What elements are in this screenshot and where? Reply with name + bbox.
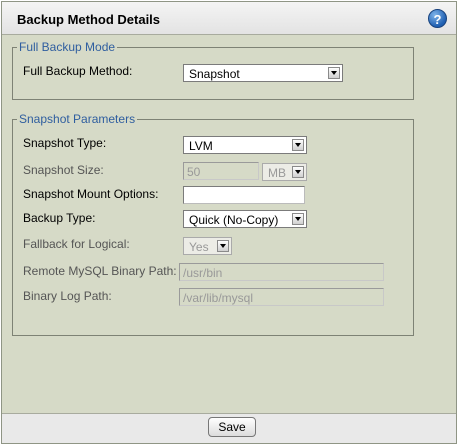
chevron-down-icon	[292, 139, 304, 151]
snapshot-mount-options-label: Snapshot Mount Options:	[23, 187, 159, 201]
binary-log-path-input[interactable]: /var/lib/mysql	[179, 288, 384, 306]
full-backup-method-select[interactable]: Snapshot	[183, 64, 343, 82]
remote-binary-path-input[interactable]: /usr/bin	[179, 263, 384, 281]
save-button[interactable]: Save	[208, 417, 256, 437]
full-backup-method-label: Full Backup Method:	[23, 64, 133, 78]
chevron-down-icon	[328, 67, 340, 79]
panel-footer: Save	[2, 413, 456, 443]
fallback-logical-select[interactable]: Yes	[183, 237, 232, 255]
remote-binary-path-label: Remote MySQL Binary Path:	[23, 264, 177, 278]
snapshot-parameters-legend: Snapshot Parameters	[19, 112, 136, 126]
chevron-down-icon	[292, 166, 304, 178]
chevron-down-icon	[292, 213, 304, 225]
help-icon[interactable]: ?	[428, 9, 447, 28]
snapshot-type-select[interactable]: LVM	[183, 136, 307, 154]
backup-type-label: Backup Type:	[23, 211, 96, 225]
snapshot-size-input[interactable]: 50	[183, 162, 259, 180]
backup-method-panel: Backup Method Details ? Full Backup Mode…	[1, 1, 457, 444]
full-backup-mode-legend: Full Backup Mode	[19, 40, 116, 54]
snapshot-size-unit-select[interactable]: MB	[262, 163, 307, 181]
page-title: Backup Method Details	[17, 12, 161, 27]
snapshot-mount-options-input[interactable]	[183, 186, 305, 204]
backup-type-select[interactable]: Quick (No-Copy)	[183, 210, 307, 228]
snapshot-size-label: Snapshot Size:	[23, 163, 104, 177]
snapshot-type-label: Snapshot Type:	[23, 136, 107, 150]
chevron-down-icon	[217, 240, 229, 252]
binary-log-path-label: Binary Log Path:	[23, 289, 112, 303]
fallback-logical-label: Fallback for Logical:	[23, 237, 130, 251]
panel-header: Backup Method Details ?	[2, 2, 456, 35]
